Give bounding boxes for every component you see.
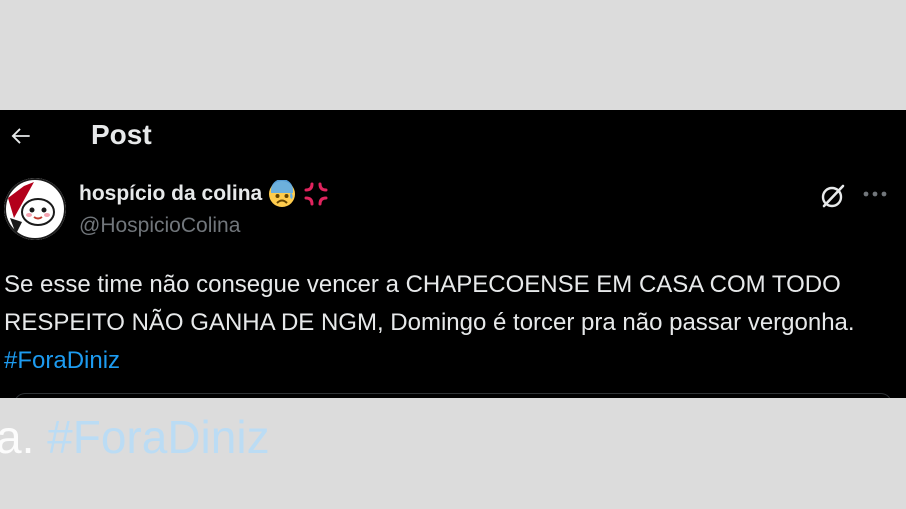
anxious-face-emoji-icon [269,180,296,207]
author-name-row: hospício da colina [79,180,330,208]
post-text: Se esse time não consegue vencer a CHAPE… [4,266,894,380]
top-background [0,0,906,110]
author-handle[interactable]: @HospicioColina [79,214,240,238]
zoom-overlay-text: a. #ForaDiniz [0,410,270,464]
hashtag-link[interactable]: #ForaDiniz [4,347,120,374]
zoom-overlay-prefix: a. [0,411,48,463]
back-arrow-icon[interactable] [8,123,34,149]
zoom-overlay: a. #ForaDiniz [0,398,906,509]
post-panel: Post hospício da colina @HospicioColina … [0,110,906,404]
author-display-name[interactable]: hospício da colina [79,182,262,206]
anger-symbol-emoji-icon [304,182,328,206]
more-icon[interactable] [862,185,888,203]
page-title: Post [91,119,152,150]
grok-icon[interactable] [819,182,847,210]
zoom-overlay-hashtag: #ForaDiniz [47,411,270,463]
post-body: Se esse time não consegue vencer a CHAPE… [4,271,855,336]
avatar-image [4,178,66,240]
header: Post [0,110,906,162]
avatar[interactable] [4,178,66,240]
